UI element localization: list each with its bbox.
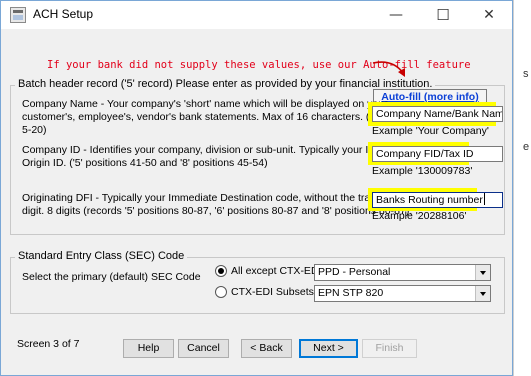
background-text: e bbox=[523, 141, 530, 153]
cancel-button[interactable]: Cancel bbox=[178, 339, 229, 358]
title-bar: ACH Setup — ☐ ✕ bbox=[1, 1, 512, 29]
window-title: ACH Setup bbox=[33, 7, 94, 21]
radio-all-except-ctx-edi[interactable] bbox=[215, 265, 227, 277]
text-caret bbox=[483, 193, 485, 205]
minimize-button[interactable]: — bbox=[373, 1, 419, 29]
ach-setup-window: ACH Setup — ☐ ✕ If your bank did not sup… bbox=[0, 0, 513, 376]
chevron-down-icon[interactable] bbox=[475, 265, 490, 280]
back-button[interactable]: < Back bbox=[241, 339, 292, 358]
sec-select-primary[interactable]: PPD - Personal bbox=[314, 264, 491, 281]
radio-ctx-edi-subsets-label: CTX-EDI Subsets bbox=[231, 286, 314, 298]
maximize-button[interactable]: ☐ bbox=[420, 1, 466, 29]
screen-indicator: Screen 3 of 7 bbox=[17, 338, 80, 350]
app-icon bbox=[10, 7, 26, 23]
sec-select-ctx[interactable]: EPN STP 820 bbox=[314, 285, 491, 302]
next-button[interactable]: Next > bbox=[299, 339, 358, 358]
sec-code-prompt: Select the primary (default) SEC Code bbox=[22, 271, 201, 283]
background-window: s e bbox=[513, 0, 531, 376]
background-text: s bbox=[523, 68, 529, 80]
radio-ctx-edi-subsets[interactable] bbox=[215, 286, 227, 298]
chevron-down-icon[interactable] bbox=[475, 286, 490, 301]
company-name-input[interactable]: Company Name/Bank Name bbox=[372, 106, 503, 122]
company-name-example: Example 'Your Company' bbox=[372, 125, 489, 137]
company-id-input[interactable]: Company FID/Tax ID bbox=[372, 146, 503, 162]
sec-code-group-label: Standard Entry Class (SEC) Code bbox=[15, 250, 188, 262]
company-name-description: Company Name - Your company's 'short' na… bbox=[22, 98, 411, 136]
radio-all-except-ctx-edi-label: All except CTX-EDI bbox=[231, 265, 322, 277]
help-button[interactable]: Help bbox=[123, 339, 174, 358]
finish-button[interactable]: Finish bbox=[362, 339, 417, 358]
dfi-example: Example '20288106' bbox=[372, 210, 467, 222]
company-id-example: Example '130009783' bbox=[372, 165, 473, 177]
close-button[interactable]: ✕ bbox=[466, 1, 512, 29]
dfi-description: Originating DFI - Typically your Immedia… bbox=[22, 192, 420, 217]
dfi-input[interactable]: Banks Routing number bbox=[372, 192, 503, 208]
company-id-description: Company ID - Identifies your company, di… bbox=[22, 144, 415, 169]
